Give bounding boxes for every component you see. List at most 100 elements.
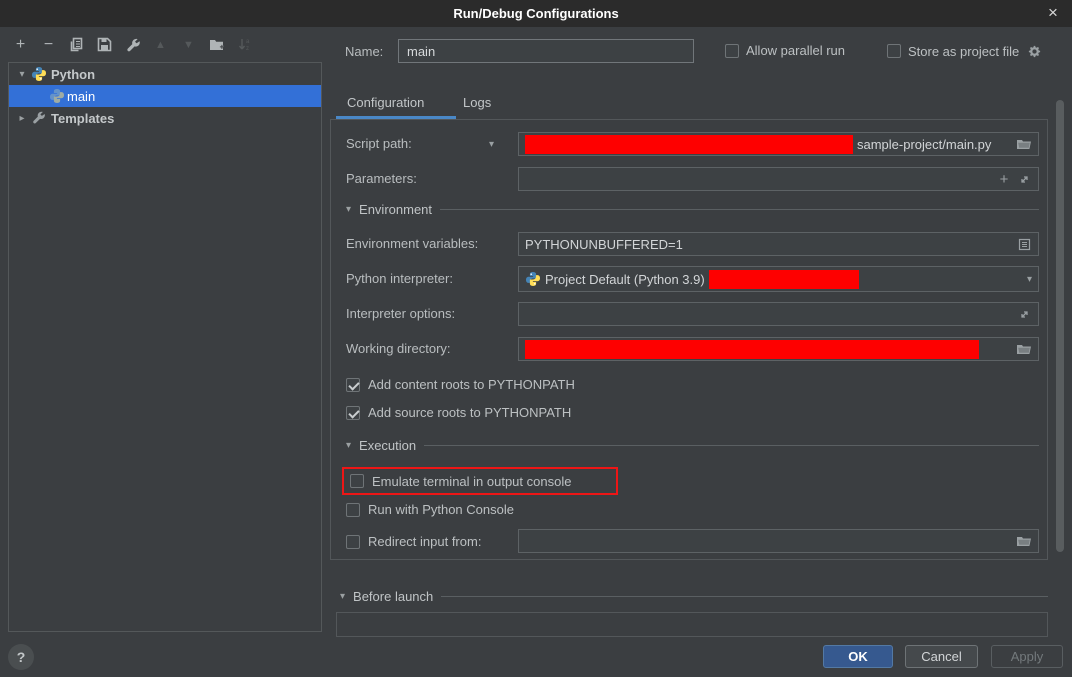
script-path-value: sample-project/main.py (857, 137, 991, 152)
edit-variables-list-icon[interactable] (1016, 236, 1032, 252)
save-icon[interactable] (96, 36, 113, 53)
dialog-titlebar: Run/Debug Configurations (0, 0, 1072, 27)
execution-section-header[interactable]: ▾ Execution (346, 438, 1039, 453)
sort-alphabetically-icon[interactable]: az (236, 36, 253, 53)
working-directory-field[interactable] (518, 337, 1039, 361)
vertical-scrollbar[interactable] (1056, 100, 1064, 552)
section-divider (441, 596, 1048, 597)
add-content-roots-checkbox[interactable] (346, 378, 360, 392)
add-source-roots-checkbox[interactable] (346, 406, 360, 420)
environment-section-title: Environment (359, 202, 432, 217)
redaction-block (709, 270, 859, 289)
allow-parallel-run-checkbox[interactable] (725, 44, 739, 58)
expand-field-icon[interactable] (1016, 306, 1032, 322)
svg-text:a: a (246, 39, 250, 45)
allow-parallel-run-label: Allow parallel run (746, 43, 845, 58)
store-as-project-file-checkbox[interactable] (887, 44, 901, 58)
close-icon[interactable]: × (1042, 2, 1064, 24)
emulate-terminal-checkbox[interactable] (350, 474, 364, 488)
svg-text:z: z (246, 46, 249, 52)
environment-section-header[interactable]: ▾ Environment (346, 202, 1039, 217)
browse-folder-icon[interactable] (1016, 341, 1032, 357)
tree-item-label: Python (51, 67, 95, 82)
move-down-icon[interactable]: ▼ (180, 36, 197, 53)
copy-icon[interactable] (68, 36, 85, 53)
redaction-block (525, 340, 979, 359)
store-as-project-file-checkbox-row[interactable]: Store as project file (887, 43, 1042, 59)
emulate-terminal-annotation-highlight: Emulate terminal in output console (342, 467, 618, 495)
python-logo-icon (31, 66, 47, 82)
add-macro-icon[interactable]: + (996, 171, 1012, 187)
before-launch-section-title: Before launch (353, 589, 433, 604)
tree-item-label: main (67, 89, 95, 104)
add-source-roots-row[interactable]: Add source roots to PYTHONPATH (346, 405, 571, 420)
name-value: main (407, 44, 435, 59)
interpreter-options-field[interactable] (518, 302, 1039, 326)
browse-folder-icon[interactable] (1016, 136, 1032, 152)
new-folder-icon[interactable] (208, 36, 225, 53)
tree-item-templates[interactable]: ▸ Templates (9, 107, 321, 129)
python-interpreter-value: Project Default (Python 3.9) (545, 272, 705, 287)
script-path-target-caret-icon[interactable]: ▾ (489, 139, 494, 150)
templates-wrench-icon (31, 110, 47, 126)
tab-logs[interactable]: Logs (463, 95, 491, 110)
browse-folder-icon[interactable] (1016, 533, 1032, 549)
move-up-icon[interactable]: ▲ (152, 36, 169, 53)
collapse-triangle-icon[interactable]: ▾ (346, 204, 351, 215)
script-path-label: Script path: (346, 136, 412, 151)
redirect-input-field[interactable] (518, 529, 1039, 553)
name-input[interactable]: main (398, 39, 694, 63)
run-with-python-console-label: Run with Python Console (368, 502, 514, 517)
add-source-roots-label: Add source roots to PYTHONPATH (368, 405, 571, 420)
add-content-roots-row[interactable]: Add content roots to PYTHONPATH (346, 377, 575, 392)
section-divider (440, 209, 1039, 210)
parameters-field[interactable]: + (518, 167, 1039, 191)
working-directory-label: Working directory: (346, 341, 451, 356)
python-logo-icon (525, 271, 541, 287)
dropdown-caret-icon[interactable]: ▾ (1027, 274, 1032, 285)
redirect-input-label: Redirect input from: (368, 534, 481, 549)
redirect-input-row[interactable]: Redirect input from: (346, 534, 481, 549)
help-button[interactable]: ? (8, 644, 34, 670)
python-logo-icon (49, 88, 65, 104)
configurations-tree: ▾ Python main ▸ Templates (8, 62, 322, 632)
tree-item-label: Templates (51, 111, 114, 126)
python-interpreter-label: Python interpreter: (346, 271, 453, 286)
tab-configuration[interactable]: Configuration (347, 95, 424, 110)
redaction-block (525, 135, 853, 154)
apply-button[interactable]: Apply (991, 645, 1063, 668)
remove-icon[interactable]: − (40, 36, 57, 53)
before-launch-task-list[interactable] (336, 612, 1048, 637)
expand-field-icon[interactable] (1016, 171, 1032, 187)
tree-item-main-selected[interactable]: main (9, 85, 321, 107)
add-content-roots-label: Add content roots to PYTHONPATH (368, 377, 575, 392)
script-path-field[interactable]: sample-project/main.py (518, 132, 1039, 156)
execution-section-title: Execution (359, 438, 416, 453)
run-with-python-console-row[interactable]: Run with Python Console (346, 502, 514, 517)
cancel-button[interactable]: Cancel (905, 645, 978, 668)
collapse-triangle-icon[interactable]: ▾ (346, 440, 351, 451)
interpreter-options-label: Interpreter options: (346, 306, 455, 321)
edit-templates-wrench-icon[interactable] (124, 36, 141, 53)
collapse-triangle-icon[interactable]: ▾ (340, 591, 345, 602)
gear-icon[interactable] (1026, 43, 1042, 59)
parameters-label: Parameters: (346, 171, 417, 186)
redirect-input-checkbox[interactable] (346, 535, 360, 549)
emulate-terminal-label: Emulate terminal in output console (372, 474, 571, 489)
store-as-project-file-label: Store as project file (908, 44, 1019, 59)
allow-parallel-run-checkbox-row[interactable]: Allow parallel run (725, 43, 845, 58)
name-label: Name: (345, 44, 383, 59)
chevron-down-icon[interactable]: ▾ (15, 69, 29, 80)
configurations-toolbar: + − ▲ ▼ az (12, 36, 253, 53)
run-with-python-console-checkbox[interactable] (346, 503, 360, 517)
ok-button[interactable]: OK (823, 645, 893, 668)
add-icon[interactable]: + (12, 36, 29, 53)
before-launch-section-header[interactable]: ▾ Before launch (340, 589, 1048, 604)
dialog-title: Run/Debug Configurations (453, 6, 618, 21)
environment-variables-field[interactable]: PYTHONUNBUFFERED=1 (518, 232, 1039, 256)
python-interpreter-dropdown[interactable]: Project Default (Python 3.9) ▾ (518, 266, 1039, 292)
section-divider (424, 445, 1039, 446)
environment-variables-value: PYTHONUNBUFFERED=1 (525, 237, 683, 252)
tree-item-python[interactable]: ▾ Python (9, 63, 321, 85)
chevron-right-icon[interactable]: ▸ (15, 113, 29, 124)
